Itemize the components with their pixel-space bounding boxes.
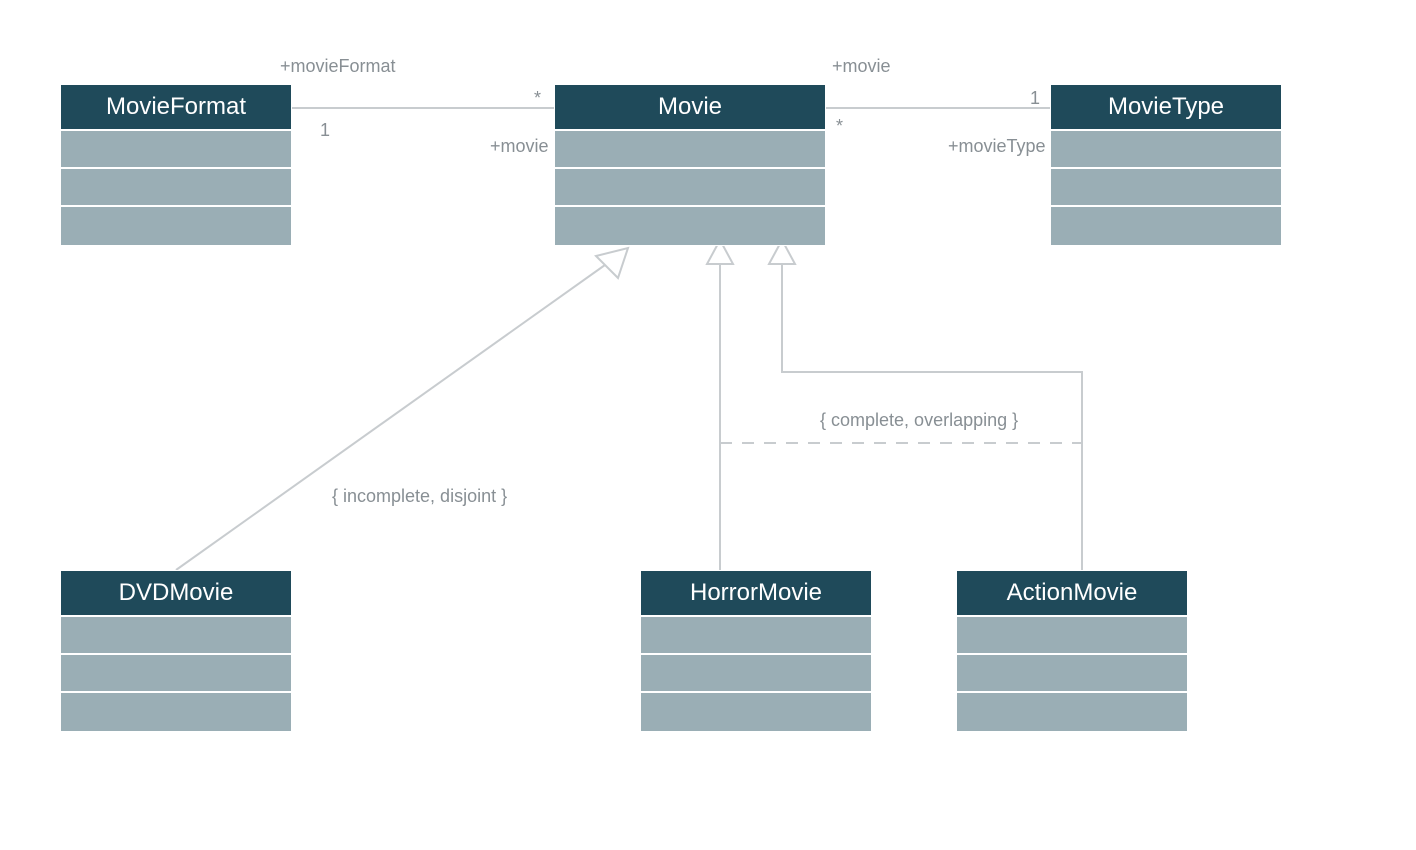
class-row: [641, 693, 871, 731]
class-row: [1051, 207, 1281, 245]
class-movie-title: Movie: [555, 85, 825, 131]
class-movieformat-title: MovieFormat: [61, 85, 291, 131]
class-row: [61, 693, 291, 731]
class-row: [555, 207, 825, 245]
class-row: [957, 693, 1187, 731]
class-row: [61, 655, 291, 693]
class-movieformat: MovieFormat: [60, 84, 292, 246]
class-movie: Movie: [554, 84, 826, 246]
class-row: [957, 617, 1187, 655]
label-plus-movie-left: +movie: [490, 136, 549, 157]
class-dvdmovie: DVDMovie: [60, 570, 292, 732]
class-actionmovie-title: ActionMovie: [957, 571, 1187, 617]
label-star-right: *: [836, 116, 843, 137]
gen-dvd-movie-arrow: [596, 248, 628, 278]
label-constraint-disjoint: { incomplete, disjoint }: [332, 486, 507, 507]
class-dvdmovie-title: DVDMovie: [61, 571, 291, 617]
class-row: [1051, 131, 1281, 169]
class-horrormovie-title: HorrorMovie: [641, 571, 871, 617]
label-plus-movie-right: +movie: [832, 56, 891, 77]
class-row: [641, 617, 871, 655]
label-plus-movieformat: +movieFormat: [280, 56, 396, 77]
class-row: [641, 655, 871, 693]
class-row: [61, 169, 291, 207]
class-row: [61, 131, 291, 169]
class-horrormovie: HorrorMovie: [640, 570, 872, 732]
class-actionmovie: ActionMovie: [956, 570, 1188, 732]
label-one-right: 1: [1030, 88, 1040, 109]
class-movietype: MovieType: [1050, 84, 1282, 246]
label-plus-movietype: +movieType: [948, 136, 1046, 157]
class-movietype-title: MovieType: [1051, 85, 1281, 131]
label-star-left: *: [534, 88, 541, 109]
label-constraint-overlapping: { complete, overlapping }: [820, 410, 1018, 431]
class-row: [957, 655, 1187, 693]
gen-dvd-movie-line: [176, 260, 612, 570]
class-row: [555, 169, 825, 207]
class-row: [61, 617, 291, 655]
label-one-left: 1: [320, 120, 330, 141]
class-row: [555, 131, 825, 169]
class-row: [1051, 169, 1281, 207]
class-row: [61, 207, 291, 245]
